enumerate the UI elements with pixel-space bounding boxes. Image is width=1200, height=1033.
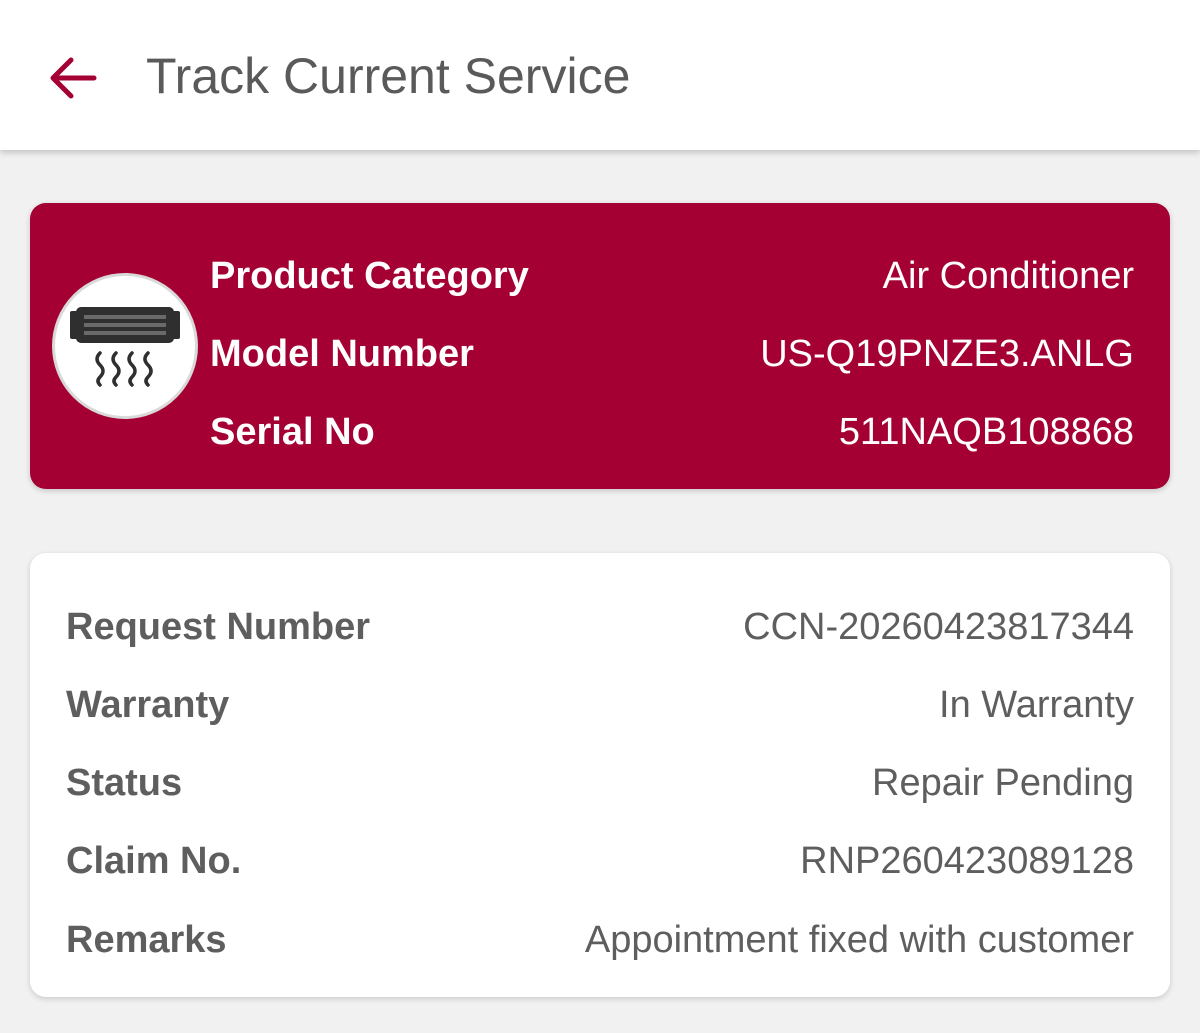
status-label: Status xyxy=(66,761,183,804)
model-number-value: US-Q19PNZE3.ANLG xyxy=(760,332,1134,375)
air-conditioner-icon xyxy=(70,307,180,387)
arrow-left-icon xyxy=(50,57,97,99)
app-bar: Track Current Service xyxy=(0,0,1200,150)
warranty-value: In Warranty xyxy=(939,683,1134,726)
serial-number-value: 511NAQB108868 xyxy=(838,410,1134,453)
remarks-label: Remarks xyxy=(66,918,227,961)
claim-number-label: Claim No. xyxy=(66,839,242,882)
model-number-row: Model Number US-Q19PNZE3.ANLG xyxy=(210,329,1134,379)
claim-number-value: RNP260423089128 xyxy=(800,839,1134,882)
warranty-row: Warranty In Warranty xyxy=(66,680,1134,730)
product-info-card: Product Category Air Conditioner Model N… xyxy=(30,203,1170,489)
warranty-label: Warranty xyxy=(66,683,230,726)
product-category-label: Product Category xyxy=(210,254,529,297)
product-category-value: Air Conditioner xyxy=(882,254,1134,297)
page-title: Track Current Service xyxy=(146,48,631,104)
remarks-value: Appointment fixed with customer xyxy=(584,918,1134,961)
serial-number-row: Serial No 511NAQB108868 xyxy=(210,407,1134,457)
product-category-row: Product Category Air Conditioner xyxy=(210,251,1134,301)
claim-number-row: Claim No. RNP260423089128 xyxy=(66,836,1134,886)
request-number-label: Request Number xyxy=(66,605,371,648)
remarks-row: Remarks Appointment fixed with customer xyxy=(66,915,1134,965)
back-button[interactable] xyxy=(40,46,104,110)
service-details-card: Request Number CCN-20260423817344 Warran… xyxy=(30,553,1170,997)
request-number-value: CCN-20260423817344 xyxy=(743,605,1134,648)
model-number-label: Model Number xyxy=(210,332,474,375)
product-avatar xyxy=(52,273,198,419)
serial-number-label: Serial No xyxy=(210,410,375,453)
status-row: Status Repair Pending xyxy=(66,758,1134,808)
request-number-row: Request Number CCN-20260423817344 xyxy=(66,602,1134,652)
status-value: Repair Pending xyxy=(872,761,1134,804)
